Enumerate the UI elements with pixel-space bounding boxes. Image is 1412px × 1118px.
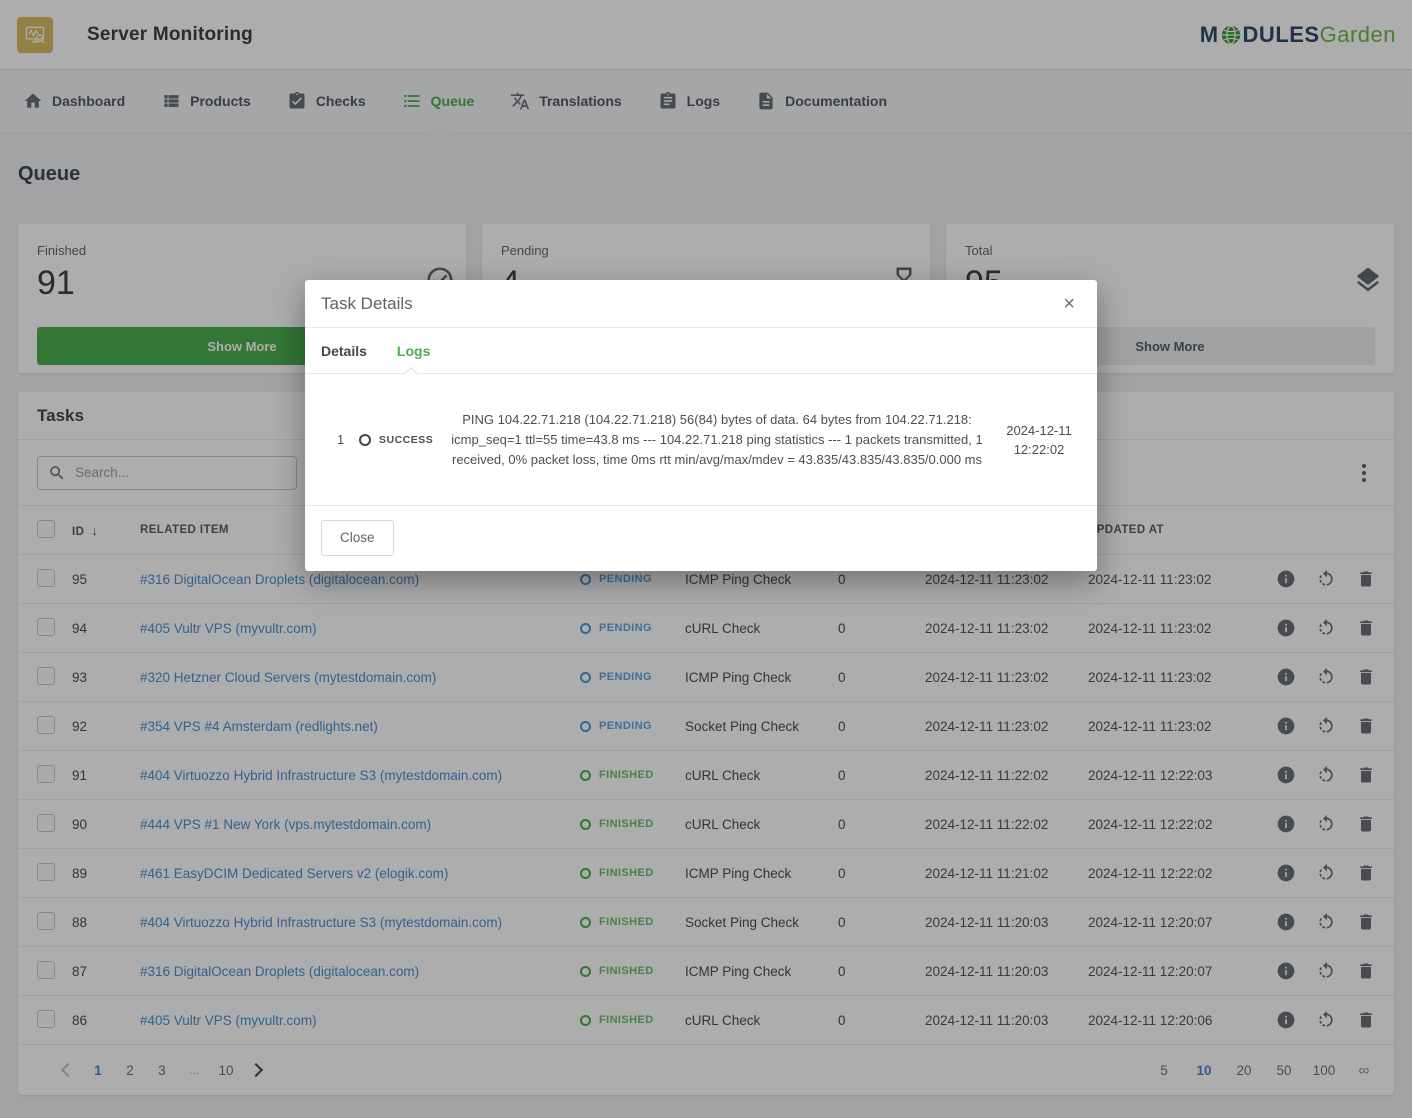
log-message: PING 104.22.71.218 (104.22.71.218) 56(84… [447, 410, 987, 470]
close-icon[interactable]: × [1057, 292, 1081, 316]
log-row: 1 SUCCESS PING 104.22.71.218 (104.22.71.… [305, 374, 1097, 505]
task-details-modal: Task Details × Details Logs 1 SUCCESS PI… [305, 280, 1097, 571]
log-status: SUCCESS [379, 434, 431, 446]
modal-footer: Close [305, 505, 1097, 569]
log-index: 1 [337, 432, 351, 447]
close-button[interactable]: Close [321, 520, 394, 556]
log-timestamp: 2024-12-11 12:22:02 [995, 421, 1083, 459]
modal-header: Task Details × [305, 280, 1097, 328]
modal-tabs: Details Logs [305, 328, 1097, 374]
tab-logs[interactable]: Logs [397, 343, 430, 359]
success-ring-icon [359, 434, 371, 446]
modal-title: Task Details [321, 294, 413, 314]
tab-details[interactable]: Details [321, 343, 367, 359]
